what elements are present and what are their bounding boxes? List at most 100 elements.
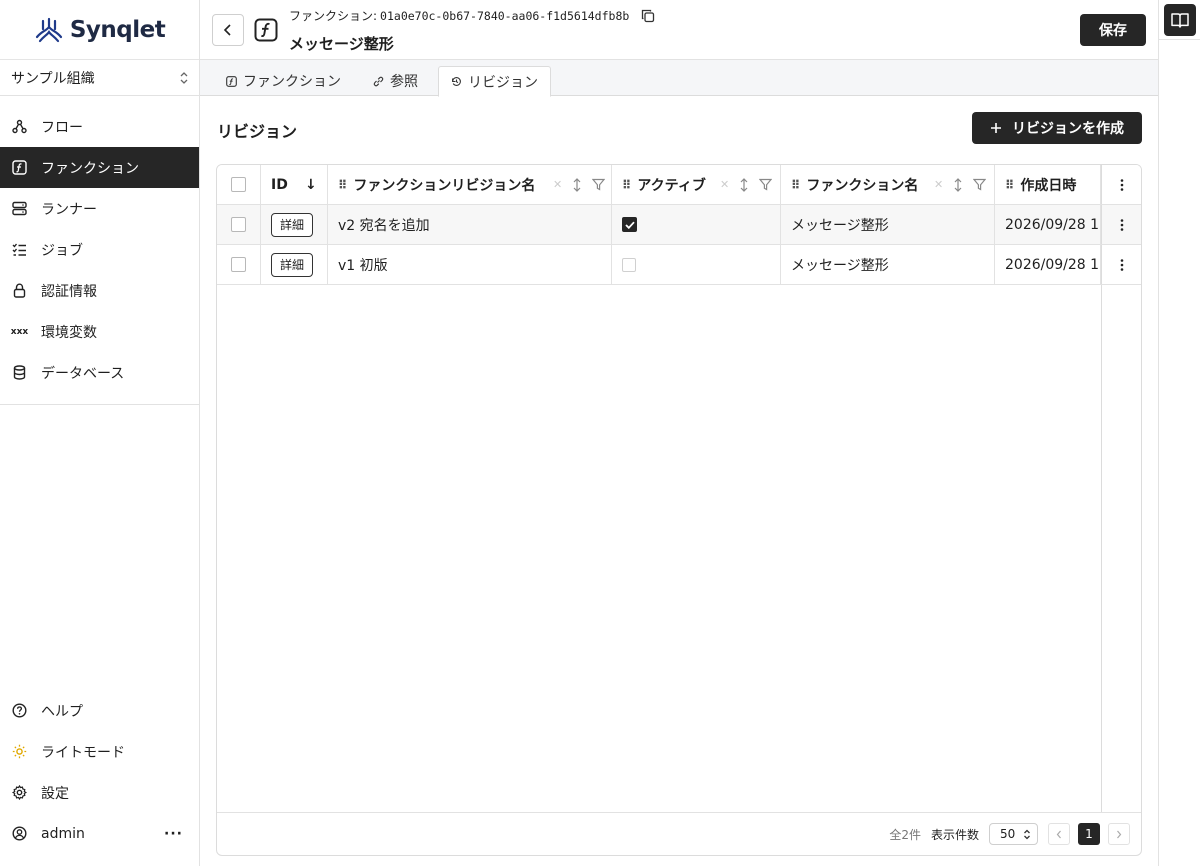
sun-icon — [12, 744, 27, 759]
sort-desc-icon[interactable]: ↓ — [305, 177, 317, 193]
prev-page-button[interactable] — [1048, 823, 1070, 845]
variable-icon: xxx — [10, 326, 29, 337]
filter-icon[interactable] — [759, 178, 773, 191]
flow-icon — [12, 119, 27, 134]
help-label: ヘルプ — [41, 703, 83, 720]
per-page-select[interactable]: 50 — [989, 823, 1038, 845]
column-title: ファンクションリビジョン名 — [353, 177, 536, 194]
sidebar: Synqlet サンプル組織 フロー ファンクション ランナー ジョブ 認証情報… — [0, 0, 200, 866]
user-icon — [12, 826, 27, 841]
function-icon — [254, 18, 278, 42]
logo-text: Synqlet — [69, 16, 166, 43]
function-id-label: ファンクション: — [289, 9, 378, 23]
chevron-left-icon — [223, 24, 231, 36]
help-link[interactable]: ヘルプ — [0, 690, 199, 731]
database-icon — [12, 365, 27, 380]
column-tools: ✕ — [934, 177, 987, 192]
created-at-cell: 2026/09/28 17 — [995, 245, 1101, 284]
row-menu-icon[interactable] — [1120, 258, 1124, 272]
column-header-created-at[interactable]: ⠿ 作成日時 — [995, 165, 1101, 204]
page-number-button[interactable]: 1 — [1078, 823, 1100, 845]
app-logo[interactable]: Synqlet — [0, 0, 199, 60]
column-title: アクティブ — [637, 177, 706, 194]
user-menu[interactable]: admin ··· — [0, 813, 199, 854]
column-header-function-name[interactable]: ⠿ ファンクション名 ✕ — [781, 165, 995, 204]
column-title: 作成日時 — [1020, 177, 1077, 194]
docs-button[interactable] — [1164, 4, 1196, 36]
chevron-updown-icon — [1024, 829, 1030, 839]
table-row[interactable]: 詳細 v1 初版 メッセージ整形 2026/09/28 17 — [217, 245, 1141, 285]
org-selector[interactable]: サンプル組織 — [0, 60, 199, 96]
tab-references[interactable]: 参照 — [361, 66, 430, 96]
select-all-checkbox[interactable] — [231, 177, 246, 192]
detail-button[interactable]: 詳細 — [271, 252, 314, 277]
row-menu-icon[interactable] — [1120, 218, 1124, 232]
select-all-cell — [217, 165, 261, 204]
clear-icon[interactable]: ✕ — [934, 178, 943, 191]
sidebar-item-job[interactable]: ジョブ — [0, 229, 199, 270]
more-options-icon[interactable]: ··· — [164, 826, 183, 842]
column-title: ファンクション名 — [806, 177, 919, 194]
column-header-revision-name[interactable]: ⠿ ファンクションリビジョン名 ✕ — [328, 165, 612, 204]
column-header-id[interactable]: ID ↓ — [261, 165, 328, 204]
drag-handle-icon[interactable]: ⠿ — [1005, 178, 1014, 192]
column-header-active[interactable]: ⠿ アクティブ ✕ — [612, 165, 781, 204]
function-id-value: 01a0e70c-0b67-7840-aa06-f1d5614dfb8b — [380, 8, 630, 23]
sort-icon[interactable] — [739, 177, 749, 192]
column-menu-icon[interactable] — [1120, 178, 1124, 192]
chevron-right-icon — [1117, 830, 1122, 838]
row-checkbox[interactable] — [231, 217, 246, 232]
copy-icon[interactable] — [641, 9, 655, 23]
detail-button[interactable]: 詳細 — [271, 212, 314, 237]
chevron-left-icon — [1056, 830, 1061, 838]
tab-label: 参照 — [390, 74, 418, 90]
sidebar-item-credentials[interactable]: 認証情報 — [0, 270, 199, 311]
settings-link[interactable]: 設定 — [0, 772, 199, 813]
tab-bar: ファンクション 参照 リビジョン — [200, 60, 1158, 97]
row-actions-cell — [1101, 245, 1141, 284]
save-button[interactable]: 保存 — [1080, 14, 1146, 46]
drag-handle-icon[interactable]: ⠿ — [791, 178, 800, 192]
detail-cell: 詳細 — [261, 245, 328, 284]
table-header-row: ID ↓ ⠿ ファンクションリビジョン名 ✕ ⠿ アクティブ ✕ ⠿ ファンクシ… — [217, 165, 1141, 205]
page-title: メッセージ整形 — [289, 35, 394, 53]
filter-icon[interactable] — [592, 178, 606, 191]
create-revision-label: リビジョンを作成 — [1012, 121, 1124, 137]
clear-icon[interactable]: ✕ — [720, 178, 729, 191]
tab-function[interactable]: ファンクション — [214, 66, 353, 96]
clear-icon[interactable]: ✕ — [553, 178, 562, 191]
sidebar-item-function[interactable]: ファンクション — [0, 147, 199, 188]
main-nav: フロー ファンクション ランナー ジョブ 認証情報 xxx 環境変数 データベー… — [0, 96, 199, 405]
section-title: リビジョン — [217, 122, 298, 141]
lock-icon — [12, 283, 27, 298]
drag-handle-icon[interactable]: ⠿ — [622, 178, 631, 192]
detail-cell: 詳細 — [261, 205, 328, 244]
sidebar-item-runner[interactable]: ランナー — [0, 188, 199, 229]
link-icon — [373, 76, 384, 86]
sidebar-item-label: ファンクション — [41, 160, 139, 177]
sidebar-item-flow[interactable]: フロー — [0, 106, 199, 147]
row-checkbox[interactable] — [231, 257, 246, 272]
sidebar-item-env-vars[interactable]: xxx 環境変数 — [0, 311, 199, 352]
filter-icon[interactable] — [973, 178, 987, 191]
create-revision-button[interactable]: リビジョンを作成 — [972, 112, 1142, 144]
active-cell — [612, 205, 781, 244]
back-button[interactable] — [212, 14, 244, 46]
next-page-button[interactable] — [1108, 823, 1130, 845]
column-actions-header — [1101, 165, 1141, 204]
gear-icon — [12, 785, 27, 800]
sidebar-item-database[interactable]: データベース — [0, 352, 199, 393]
settings-label: 設定 — [41, 785, 69, 802]
drag-handle-icon[interactable]: ⠿ — [338, 178, 347, 192]
per-page-label: 表示件数 — [930, 827, 979, 842]
table-row[interactable]: 詳細 v2 宛名を追加 メッセージ整形 2026/09/28 17 — [217, 205, 1141, 245]
sort-icon[interactable] — [572, 177, 582, 192]
light-mode-toggle[interactable]: ライトモード — [0, 731, 199, 772]
total-count: 全2件 — [889, 827, 921, 842]
tab-revisions[interactable]: リビジョン — [438, 66, 551, 97]
sidebar-item-label: フロー — [41, 119, 83, 136]
sort-icon[interactable] — [953, 177, 963, 192]
created-at-cell: 2026/09/28 17 — [995, 205, 1101, 244]
active-checkbox[interactable] — [622, 257, 636, 272]
active-checkbox[interactable] — [622, 217, 637, 232]
